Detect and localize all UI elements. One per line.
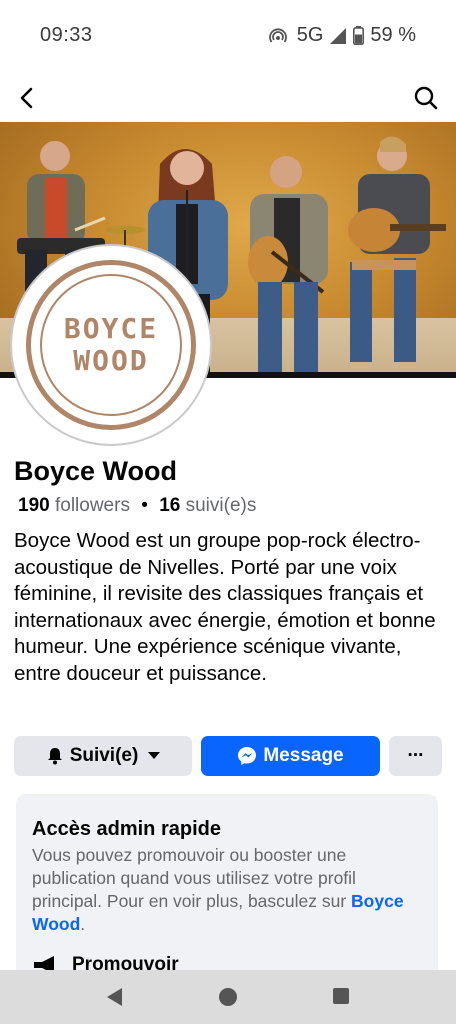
bell-icon [47,748,62,765]
more-options-button[interactable]: ··· [389,736,442,776]
status-time: 09:33 [40,24,93,46]
search-button[interactable] [412,84,440,112]
logo-line-1: BOYCE [63,312,159,345]
more-dots-icon: ··· [407,745,425,766]
profile-avatar[interactable]: BOYCE WOOD [12,246,210,444]
hotspot-icon [268,28,287,43]
battery-percent: 59 % [370,24,416,46]
signal-icon [330,27,347,44]
page-title: Boyce Wood [14,456,178,486]
following-button[interactable]: Suivi(e) [14,736,192,776]
card-text-end: . [80,914,86,934]
status-indicators: 5G 59 % [268,24,416,47]
followers-count: 190 [18,495,50,516]
page-bio: Boyce Wood est un groupe pop-rock électr… [14,529,436,685]
musician-guitarist-2 [348,136,446,362]
network-type: 5G [296,24,324,46]
card-text-body: Vous pouvez promouvoir ou booster une pu… [32,845,356,911]
caret-down-icon [148,752,161,759]
following-label[interactable]: suivi(e)s [186,495,257,516]
card-text: Vous pouvez promouvoir ou booster une pu… [32,844,427,936]
messenger-icon [238,747,257,765]
logo-line-2: WOOD [73,344,149,377]
search-icon [414,86,438,110]
back-button[interactable] [14,84,42,112]
system-nav-bar [0,970,456,1024]
message-button[interactable]: Message [201,736,380,776]
following-button-label: Suivi(e) [69,745,139,766]
triangle-back-icon[interactable] [106,987,124,1007]
top-nav [0,78,456,118]
circle-home-icon[interactable] [218,987,238,1007]
follow-counts: 190 followers • 16 suivi(e)s [18,495,256,517]
admin-quick-access-card: Accès admin rapide Vous pouvez promouvoi… [16,794,438,984]
counts-separator: • [141,495,148,516]
following-count: 16 [159,495,181,516]
message-button-label: Message [263,745,344,766]
chevron-left-icon [20,87,33,109]
square-recents-icon[interactable] [332,987,350,1005]
followers-label[interactable]: followers [55,495,130,516]
battery-icon [353,26,365,45]
card-title: Accès admin rapide [32,818,221,840]
status-bar: 09:33 5G 59 % [0,0,456,72]
